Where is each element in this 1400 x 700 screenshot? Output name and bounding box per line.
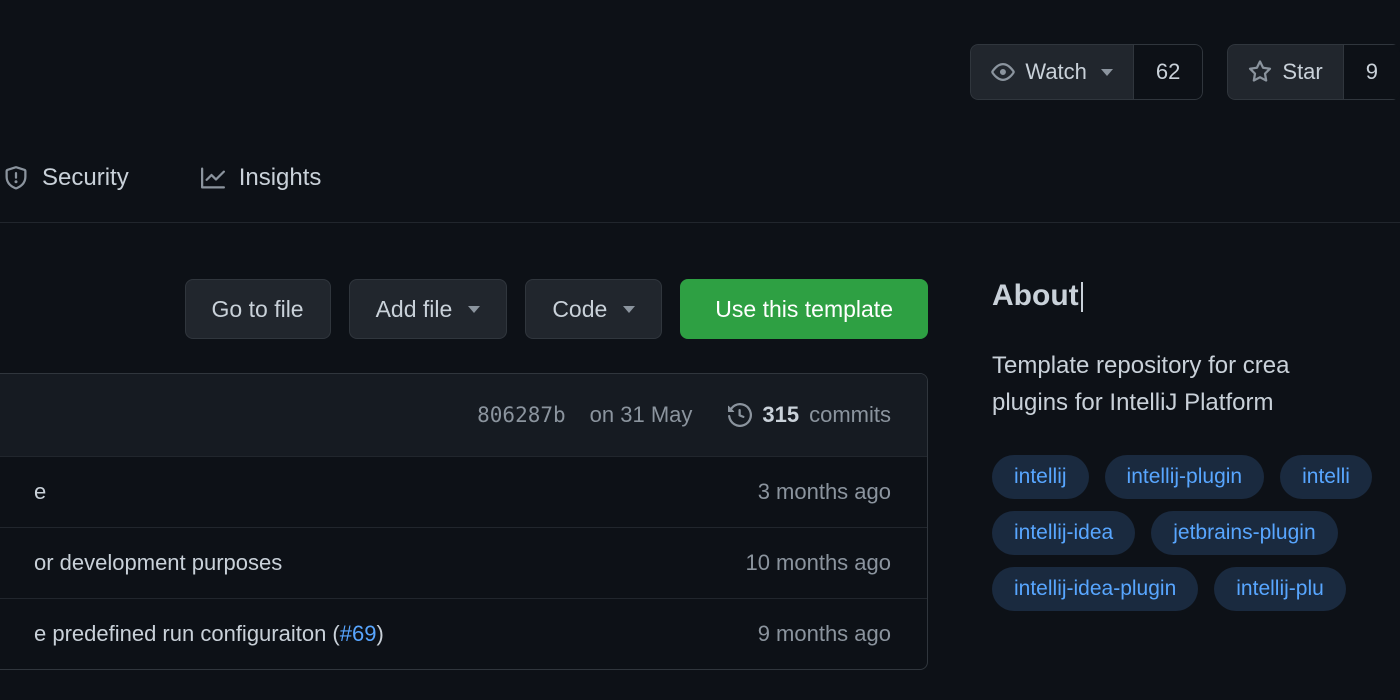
watch-count[interactable]: 62 <box>1134 44 1203 100</box>
commits-link[interactable]: 315 commits <box>728 402 891 428</box>
caret-down-icon <box>1101 69 1113 76</box>
commit-msg: e predefined run configuraiton (#69) <box>34 621 384 647</box>
topics-list: intellij intellij-plugin intelli intelli… <box>992 455 1400 611</box>
commit-ago: 3 months ago <box>738 479 891 505</box>
go-to-file-button[interactable]: Go to file <box>185 279 331 339</box>
commit-header: 806287b on 31 May 315 commits <box>0 374 927 457</box>
commit-ago: 9 months ago <box>738 621 891 647</box>
tab-insights[interactable]: Insights <box>201 164 322 192</box>
file-action-row: Go to file Add file Code Use this templa… <box>0 223 928 373</box>
commit-hash[interactable]: 806287b <box>477 403 566 427</box>
main-content: Go to file Add file Code Use this templa… <box>0 223 1400 670</box>
star-group: Star 9 <box>1227 44 1400 100</box>
about-heading: About <box>992 279 1083 313</box>
file-panel: Go to file Add file Code Use this templa… <box>0 223 928 670</box>
topic-tag[interactable]: intellij-idea-plugin <box>992 567 1198 611</box>
repo-tabs: Security Insights <box>0 100 1400 223</box>
commit-msg: e <box>34 479 46 505</box>
shield-icon <box>4 166 28 190</box>
commits-word: commits <box>809 402 891 428</box>
topic-tag[interactable]: intelli <box>1280 455 1372 499</box>
file-listing: 806287b on 31 May 315 commits e 3 months… <box>0 373 928 670</box>
about-description: Template repository for crea plugins for… <box>992 347 1400 421</box>
caret-down-icon <box>468 306 480 313</box>
eye-icon <box>991 60 1015 84</box>
file-row[interactable]: e 3 months ago <box>0 457 927 528</box>
caret-down-icon <box>623 306 635 313</box>
file-row[interactable]: or development purposes 10 months ago <box>0 528 927 599</box>
commit-ago: 10 months ago <box>725 550 891 576</box>
commits-count: 315 <box>762 402 799 428</box>
star-icon <box>1248 60 1272 84</box>
add-file-button[interactable]: Add file <box>349 279 508 339</box>
topic-tag[interactable]: intellij <box>992 455 1089 499</box>
issue-link[interactable]: #69 <box>340 621 377 646</box>
tab-insights-label: Insights <box>239 164 322 192</box>
use-template-button[interactable]: Use this template <box>680 279 928 339</box>
graph-icon <box>201 166 225 190</box>
commit-msg: or development purposes <box>34 550 282 576</box>
about-panel: About Template repository for crea plugi… <box>992 223 1400 670</box>
star-label: Star <box>1282 59 1322 85</box>
topic-tag[interactable]: intellij-plugin <box>1105 455 1265 499</box>
topic-tag[interactable]: intellij-idea <box>992 511 1135 555</box>
file-row[interactable]: e predefined run configuraiton (#69) 9 m… <box>0 599 927 669</box>
history-icon <box>728 403 752 427</box>
star-button[interactable]: Star <box>1227 44 1343 100</box>
tab-security-label: Security <box>42 164 129 192</box>
commit-date: on 31 May <box>590 402 693 428</box>
watch-group: Watch 62 <box>970 44 1203 100</box>
watch-button[interactable]: Watch <box>970 44 1134 100</box>
code-button[interactable]: Code <box>525 279 662 339</box>
repo-action-bar: Watch 62 Star 9 <box>0 0 1400 100</box>
tab-security[interactable]: Security <box>0 164 129 192</box>
watch-label: Watch <box>1025 59 1087 85</box>
star-count[interactable]: 9 <box>1344 44 1400 100</box>
topic-tag[interactable]: jetbrains-plugin <box>1151 511 1337 555</box>
topic-tag[interactable]: intellij-plu <box>1214 567 1346 611</box>
